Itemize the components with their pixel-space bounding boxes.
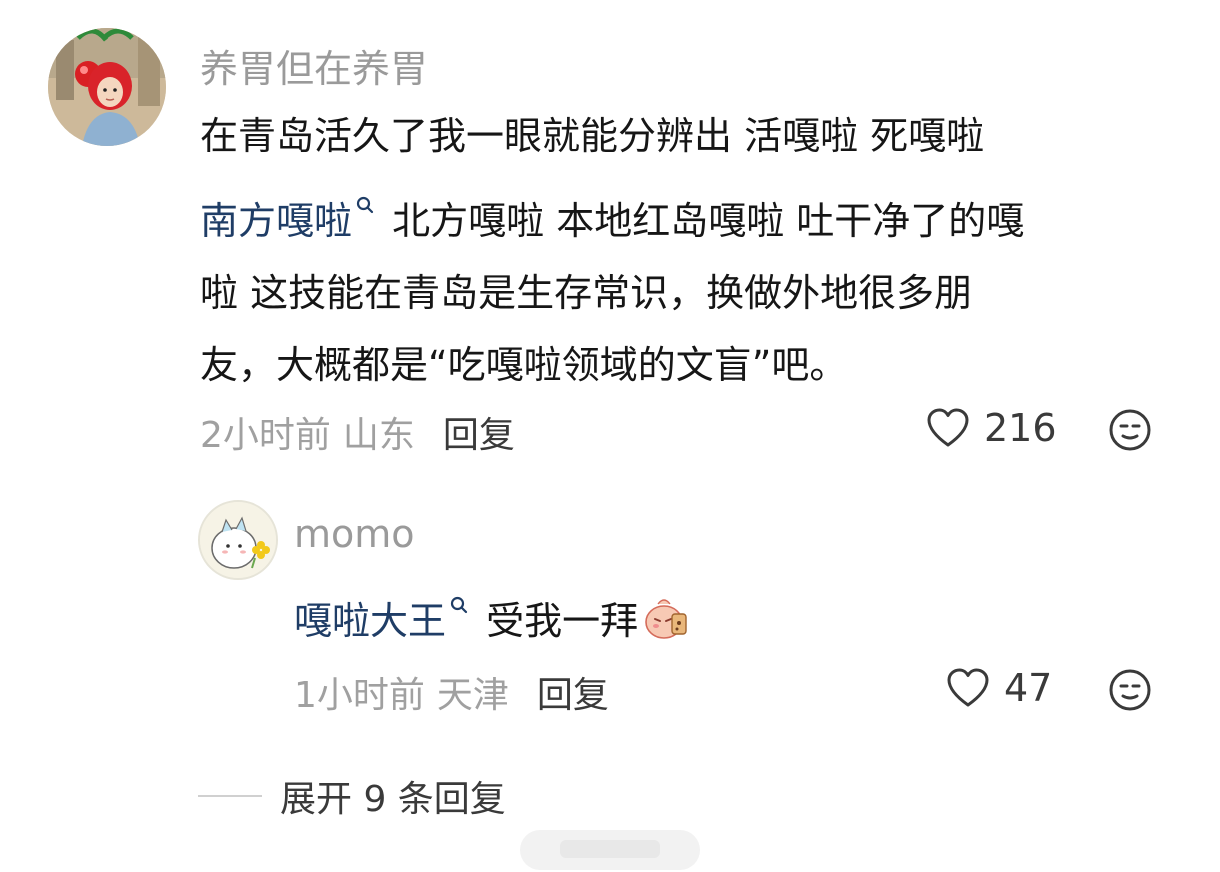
reply-text: 受我一拜 [486,599,639,643]
comment-line: 南方嘎啦 北方嘎啦 本地红岛嘎啦 吐干净了的嘎 [200,172,1180,257]
expand-replies-label: 展开 9 条回复 [280,779,506,820]
face-emoji-icon[interactable] [1108,408,1152,452]
username[interactable]: 养胃但在养胃 [200,38,428,93]
divider [198,795,262,797]
reply-button[interactable]: 回复 [537,666,609,718]
location: 山东 [342,415,415,456]
like-count: 47 [1004,666,1053,710]
reply-button[interactable]: 回复 [443,406,515,458]
mention-link[interactable]: 南方嘎啦 [200,199,352,243]
comment-line: 在青岛活久了我一眼就能分辨出 活嘎啦 死嘎啦 [200,114,985,158]
timestamp: 1小时前 [294,675,425,716]
like-button[interactable]: 47 [946,666,1052,710]
location: 天津 [436,675,509,716]
heart-outline-icon [947,668,989,707]
timestamp: 2小时前 [200,415,331,456]
expand-replies-button[interactable]: 展开 9 条回复 [198,770,506,822]
comment-line: 友，大概都是“吃嘎啦领域的文盲”吧。 [200,343,848,387]
avatar[interactable] [48,28,166,146]
bowing-sticker-icon [642,592,692,642]
main-comment: 养胃但在养胃 在青岛活久了我一眼就能分辨出 活嘎啦 死嘎啦 南方嘎啦 北方嘎啦 … [0,0,1220,480]
comment-line: 啦 这技能在青岛是生存常识，换做外地很多朋 [200,271,973,315]
username[interactable]: momo [294,512,415,556]
mention-link[interactable]: 嘎啦大王 [294,599,446,643]
search-mark-icon [356,172,374,244]
comment-meta: 1小时前 天津 回复 [294,666,609,718]
heart-outline-icon [927,408,969,447]
watermark-decoration [520,822,700,870]
search-mark-icon [450,572,468,644]
like-button[interactable]: 216 [926,406,1057,450]
face-emoji-icon[interactable] [1108,668,1152,712]
reply-comment: momo 嘎啦大王 受我一拜 1小时前 天津 回复 47 [0,480,1220,740]
avatar[interactable] [198,500,278,580]
comment-meta: 2小时前 山东 回复 [200,406,515,458]
comment-line-rest: 北方嘎啦 本地红岛嘎啦 吐干净了的嘎 [392,199,1025,243]
comment-line: 嘎啦大王 受我一拜 [294,572,1174,657]
comment-body: 在青岛活久了我一眼就能分辨出 活嘎啦 死嘎啦 南方嘎啦 北方嘎啦 本地红岛嘎啦 … [200,100,1180,401]
comment-body: 嘎啦大王 受我一拜 [294,572,1174,657]
like-count: 216 [984,406,1057,450]
